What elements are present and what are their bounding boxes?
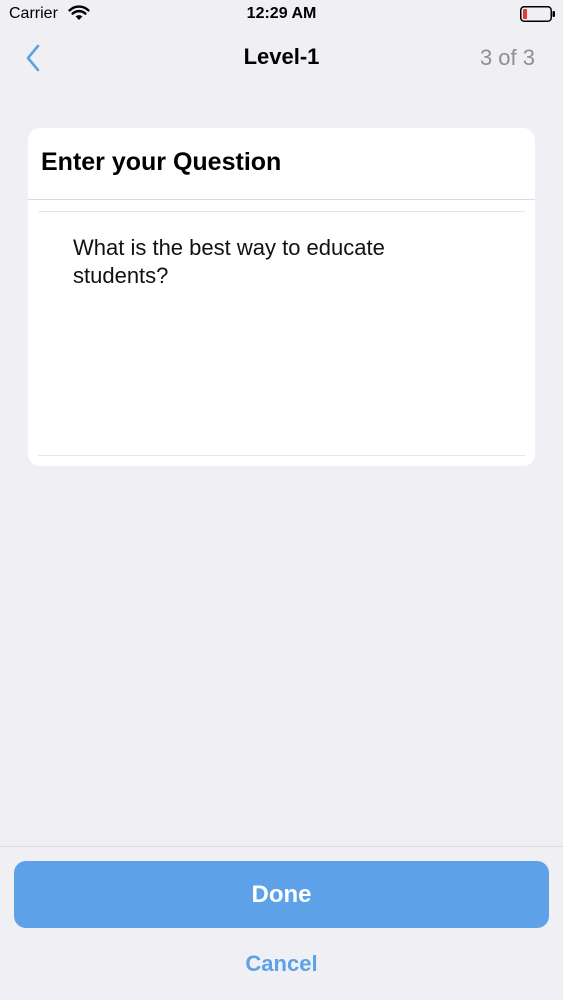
question-card: Enter your Question What is the best way… bbox=[28, 128, 535, 466]
battery-icon bbox=[520, 6, 555, 22]
status-time: 12:29 AM bbox=[246, 5, 317, 22]
page-title: Level-1 bbox=[243, 44, 320, 69]
question-textarea[interactable]: What is the best way to educate students… bbox=[38, 211, 525, 456]
card-divider bbox=[28, 199, 535, 200]
navigation-bar: Level-1 3 of 3 bbox=[0, 30, 563, 86]
card-title: Enter your Question bbox=[41, 148, 282, 176]
done-button[interactable]: Done bbox=[14, 861, 549, 928]
bottom-divider bbox=[0, 846, 563, 847]
question-text-value[interactable]: What is the best way to educate students… bbox=[73, 234, 473, 290]
step-progress-label: 3 of 3 bbox=[479, 45, 535, 70]
cancel-button[interactable]: Cancel bbox=[0, 951, 563, 977]
status-bar: Carrier 12:29 AM bbox=[0, 0, 563, 30]
